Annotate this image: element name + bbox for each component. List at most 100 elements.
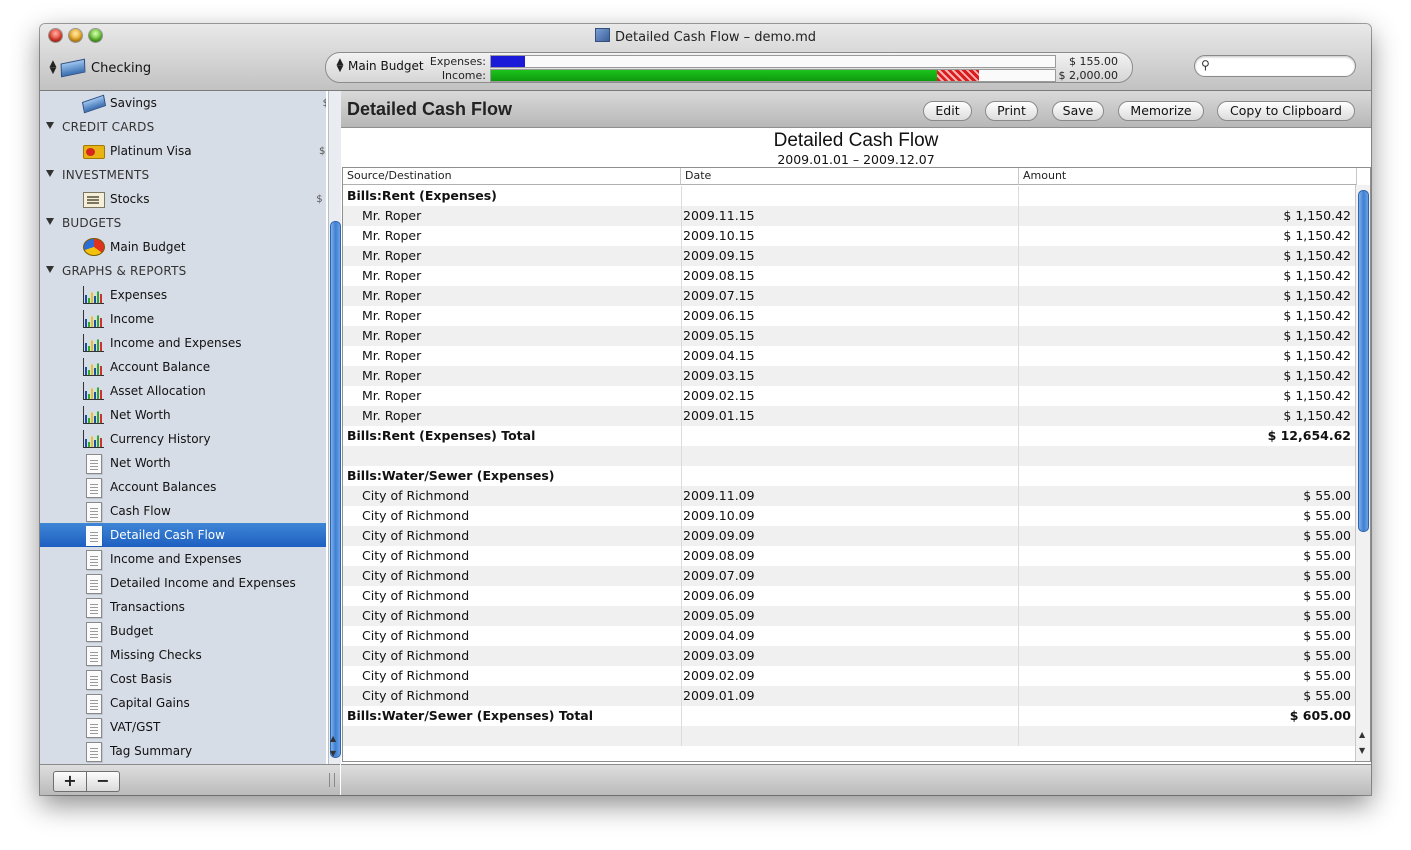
bar-chart-icon [83, 382, 104, 400]
edit-button[interactable]: Edit [923, 101, 972, 121]
sidebar-section-header[interactable]: CREDIT CARDS [40, 115, 326, 139]
scroll-up-arrow-icon[interactable]: ▲ [1359, 730, 1365, 739]
account-switcher-label: Checking [91, 60, 152, 76]
sidebar-item[interactable]: Asset Allocation [40, 379, 326, 403]
sidebar-scrollbar[interactable]: ▲ ▼ [328, 91, 341, 764]
sidebar-item[interactable]: Income and Expenses [40, 547, 326, 571]
column-header-source[interactable]: Source/Destination [343, 168, 681, 185]
sidebar-item[interactable]: Net Worth [40, 403, 326, 427]
sidebar-item-label: Cost Basis [110, 672, 172, 686]
sidebar-item[interactable]: Budget [40, 619, 326, 643]
sidebar-item[interactable]: Main Budget [40, 235, 326, 259]
cell-source: Mr. Roper [362, 308, 422, 323]
account-switcher[interactable]: ▲ ▼ Checking [49, 58, 152, 78]
column-divider [681, 586, 682, 606]
table-row: Mr. Roper 2009.09.15 $ 1,150.42 [343, 246, 1355, 266]
cell-source: City of Richmond [362, 628, 470, 643]
sidebar-item-label: Transactions [110, 600, 185, 614]
cell-amount: $ 55.00 [1303, 628, 1351, 643]
sidebar-item[interactable]: Detailed Income and Expenses [40, 571, 326, 595]
report-scrollbar[interactable]: ▲ ▼ [1355, 185, 1370, 761]
cell-date: 2009.02.09 [683, 668, 755, 683]
sidebar-item[interactable]: Cost Basis [40, 667, 326, 691]
column-divider [681, 686, 682, 706]
column-divider [1018, 286, 1019, 306]
cell-source: City of Richmond [362, 548, 470, 563]
sidebar-item[interactable]: Cash Flow [40, 499, 326, 523]
cell-amount: $ 1,150.42 [1283, 308, 1351, 323]
disclosure-triangle-icon[interactable] [46, 218, 54, 225]
sidebar-item[interactable]: Detailed Cash Flow [40, 523, 326, 547]
add-account-button[interactable]: + [53, 771, 87, 792]
expenses-label: Expenses: [429, 55, 486, 68]
sidebar-section-header[interactable]: BUDGETS [40, 211, 326, 235]
report-table: Source/Destination Date Amount Bills:Ren… [342, 167, 1371, 762]
column-divider [1018, 386, 1019, 406]
column-divider [1018, 446, 1019, 466]
copy-to-clipboard-button[interactable]: Copy to Clipboard [1217, 101, 1355, 121]
sidebar-item[interactable]: Income and Expenses [40, 331, 326, 355]
report-scroll-thumb[interactable] [1358, 190, 1369, 532]
sidebar-item-label: Account Balances [110, 480, 217, 494]
column-header-date[interactable]: Date [681, 168, 1019, 185]
sidebar-item-balance: $ -24,751.51 [318, 145, 326, 157]
sidebar-scroll-thumb[interactable] [330, 221, 341, 758]
split-view-handle[interactable] [329, 773, 335, 787]
save-button[interactable]: Save [1052, 101, 1104, 121]
sidebar-item[interactable]: Account Balance [40, 355, 326, 379]
sidebar-item[interactable]: Capital Gains [40, 691, 326, 715]
sidebar-item[interactable]: Income [40, 307, 326, 331]
cell-source: Bills:Rent (Expenses) [347, 188, 497, 203]
cell-source: City of Richmond [362, 568, 470, 583]
cell-date: 2009.07.09 [683, 568, 755, 583]
cell-amount: $ 55.00 [1303, 588, 1351, 603]
cell-amount: $ 1,150.42 [1283, 288, 1351, 303]
cell-date: 2009.04.15 [683, 348, 755, 363]
sidebar-item[interactable]: Transactions [40, 595, 326, 619]
cell-source: City of Richmond [362, 508, 470, 523]
column-divider [1018, 186, 1019, 206]
sidebar-item[interactable]: Net Worth [40, 451, 326, 475]
sidebar-item-label: Income [110, 312, 155, 326]
scroll-up-arrow-icon[interactable]: ▲ [330, 734, 336, 743]
sidebar-item[interactable]: VAT/GST [40, 715, 326, 739]
column-divider [1018, 466, 1019, 486]
budget-summary[interactable]: ▲ ▼ Main Budget Expenses: Income: $ 155.0… [325, 52, 1133, 83]
sidebar-item-label: Savings [110, 96, 157, 110]
print-button[interactable]: Print [985, 101, 1038, 121]
cell-amount: $ 55.00 [1303, 488, 1351, 503]
column-divider [681, 646, 682, 666]
scroll-down-arrow-icon[interactable]: ▼ [330, 749, 336, 758]
table-row: City of Richmond 2009.07.09 $ 55.00 [343, 566, 1355, 586]
sidebar-item-balance: $ 128,845.38 [316, 193, 326, 205]
remove-account-button[interactable]: − [87, 771, 120, 792]
sidebar-section-header[interactable]: INVESTMENTS [40, 163, 326, 187]
sidebar-item[interactable]: Account Balances [40, 475, 326, 499]
scroll-down-arrow-icon[interactable]: ▼ [1359, 746, 1365, 755]
report-document-icon [86, 646, 102, 666]
column-divider [681, 266, 682, 286]
search-field[interactable]: ⚲ [1194, 55, 1356, 77]
sidebar-item[interactable]: Savings $ 15,000.00 [40, 91, 326, 115]
memorize-button[interactable]: Memorize [1118, 101, 1204, 121]
sidebar-item[interactable]: Missing Checks [40, 643, 326, 667]
sidebar-item[interactable]: Expenses [40, 283, 326, 307]
cell-source: City of Richmond [362, 588, 470, 603]
disclosure-triangle-icon[interactable] [46, 266, 54, 273]
cell-amount: $ 1,150.42 [1283, 388, 1351, 403]
budget-selector[interactable]: ▲ ▼ Main Budget [336, 58, 424, 74]
search-input[interactable] [1217, 58, 1351, 72]
disclosure-triangle-icon[interactable] [46, 122, 54, 129]
column-divider [681, 566, 682, 586]
sidebar-item[interactable]: Platinum Visa $ -24,751.51 [40, 139, 326, 163]
sidebar-section-header[interactable]: GRAPHS & REPORTS [40, 259, 326, 283]
sidebar-item[interactable]: Stocks $ 128,845.38 [40, 187, 326, 211]
bank-card-icon [81, 94, 107, 114]
column-header-amount[interactable]: Amount [1019, 168, 1357, 185]
disclosure-triangle-icon[interactable] [46, 170, 54, 177]
sidebar-item-label: Stocks [110, 192, 150, 206]
column-divider [681, 186, 682, 206]
sidebar-item[interactable]: Tag Summary [40, 739, 326, 763]
sidebar-item[interactable]: Currency History [40, 427, 326, 451]
sidebar-item-label: Detailed Income and Expenses [110, 576, 296, 590]
